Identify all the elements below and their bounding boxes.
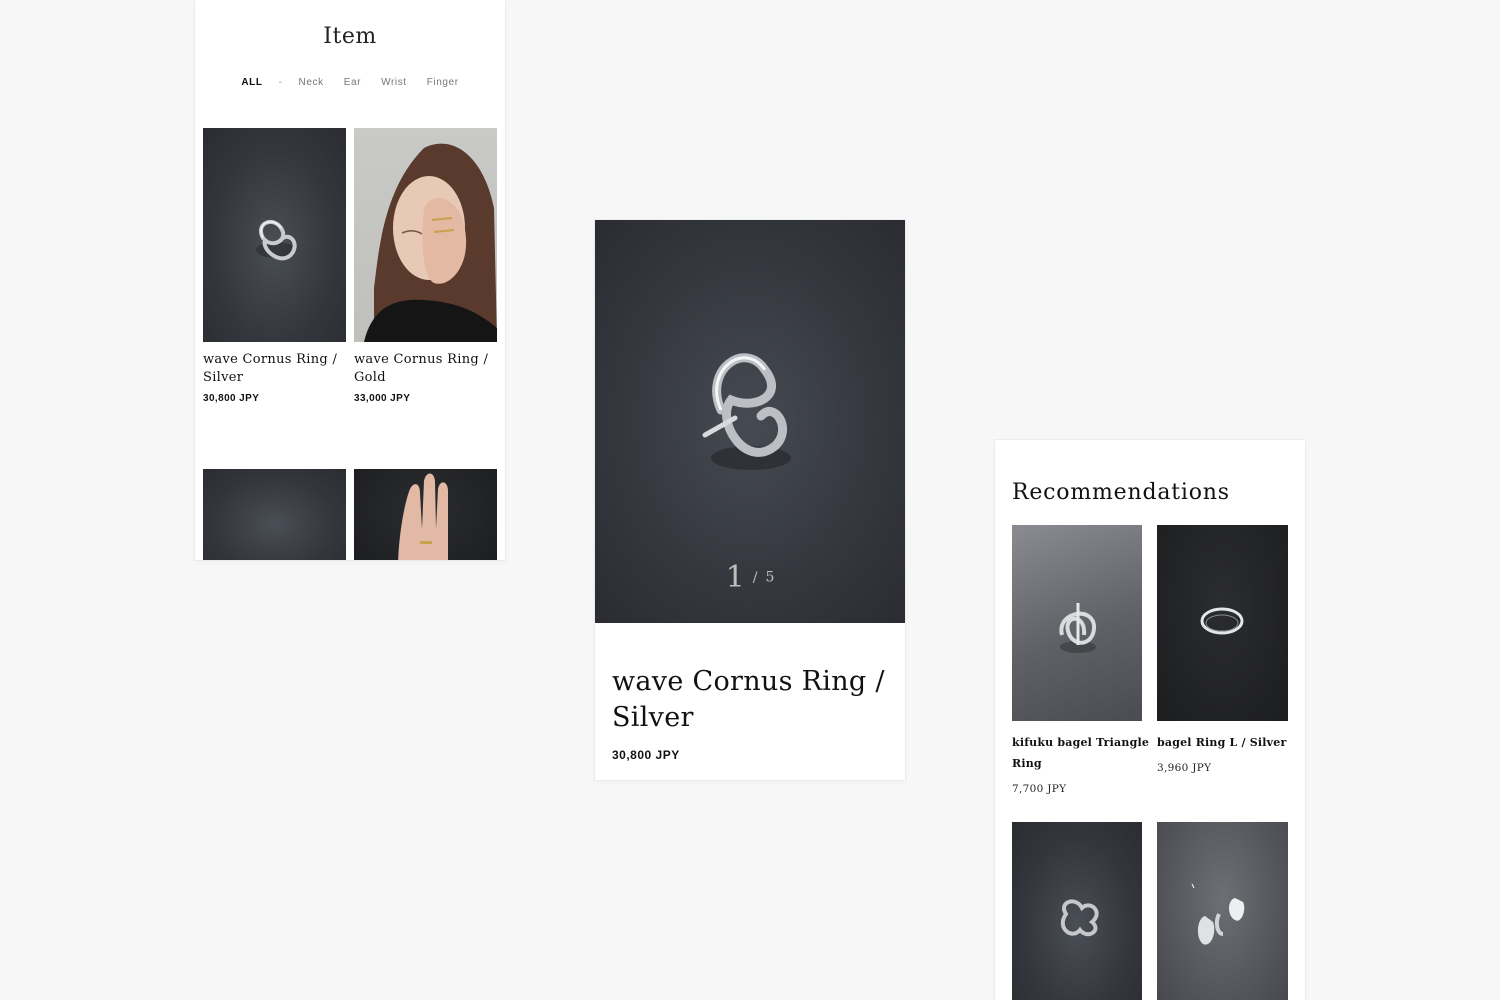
product-price: 33,000 JPY (354, 393, 411, 404)
reco-price: 7,700 JPY (1012, 783, 1067, 795)
hands-photo (398, 473, 448, 560)
product-image-hands[interactable] (354, 469, 497, 560)
product-title: wave Cornus Ring / Silver (612, 664, 892, 736)
filter-all[interactable]: ALL (231, 77, 272, 88)
reco-image-bagel-ring[interactable] (1157, 525, 1288, 721)
item-list-screen: Item ALL - Neck Ear Wrist Finger wave Co… (195, 0, 505, 560)
pager-current: 1 (725, 560, 745, 595)
category-filter-bar: ALL - Neck Ear Wrist Finger (195, 77, 505, 88)
image-pager: 1 / 5 (595, 560, 905, 595)
pager-separator: / (752, 569, 758, 586)
product-detail-screen: 1 / 5 wave Cornus Ring / Silver 30,800 JPY (595, 220, 905, 780)
reco-image[interactable] (1012, 822, 1142, 1000)
product-name[interactable]: wave Cornus Ring / Gold (354, 351, 488, 387)
reco-name[interactable]: kifuku bagel Triangle Ring (1012, 732, 1149, 774)
triangle-ring-photo (1059, 603, 1096, 653)
pager-total: 5 (765, 569, 775, 586)
product-name-line1: wave Cornus Ring / (203, 352, 338, 367)
earrings-photo (1191, 883, 1245, 945)
product-name[interactable]: wave Cornus Ring / Silver (203, 351, 337, 387)
page-title: Item (323, 24, 377, 49)
filter-separator: - (278, 77, 283, 88)
product-image[interactable] (203, 469, 346, 560)
reco-price: 3,960 JPY (1157, 762, 1212, 774)
filter-finger[interactable]: Finger (417, 77, 469, 88)
product-title-line2: Silver (612, 702, 694, 733)
product-image-gold-ring[interactable] (354, 128, 497, 342)
bagel-ring-photo (1200, 607, 1244, 635)
reco-image-earrings[interactable] (1157, 822, 1288, 1000)
ring-photo (1060, 899, 1099, 937)
product-name-line1: wave Cornus Ring / (354, 352, 489, 367)
reco-name-line1: bagel Ring L / Silver (1157, 736, 1287, 749)
product-image-silver-ring[interactable] (203, 128, 346, 342)
filter-neck[interactable]: Neck (289, 77, 334, 88)
filter-wrist[interactable]: Wrist (371, 77, 417, 88)
filter-ear[interactable]: Ear (334, 77, 371, 88)
product-hero-image[interactable]: 1 / 5 (595, 220, 905, 623)
product-name-line2: Silver (203, 370, 244, 385)
reco-name[interactable]: bagel Ring L / Silver (1157, 732, 1286, 753)
reco-name-line1: kifuku bagel Triangle (1012, 736, 1150, 749)
reco-name-line2: Ring (1012, 757, 1042, 770)
product-price: 30,800 JPY (612, 748, 680, 762)
product-title-line1: wave Cornus Ring / (612, 666, 885, 697)
section-title: Recommendations (1012, 480, 1230, 505)
silver-ring-photo (256, 219, 297, 261)
product-price: 30,800 JPY (203, 393, 260, 404)
reco-image-triangle-ring[interactable] (1012, 525, 1142, 721)
recommendations-screen: Recommendations kifuku bagel Triangle Ri… (995, 440, 1305, 1000)
product-name-line2: Gold (354, 370, 386, 385)
model-wearing-gold-ring-photo (364, 143, 497, 342)
